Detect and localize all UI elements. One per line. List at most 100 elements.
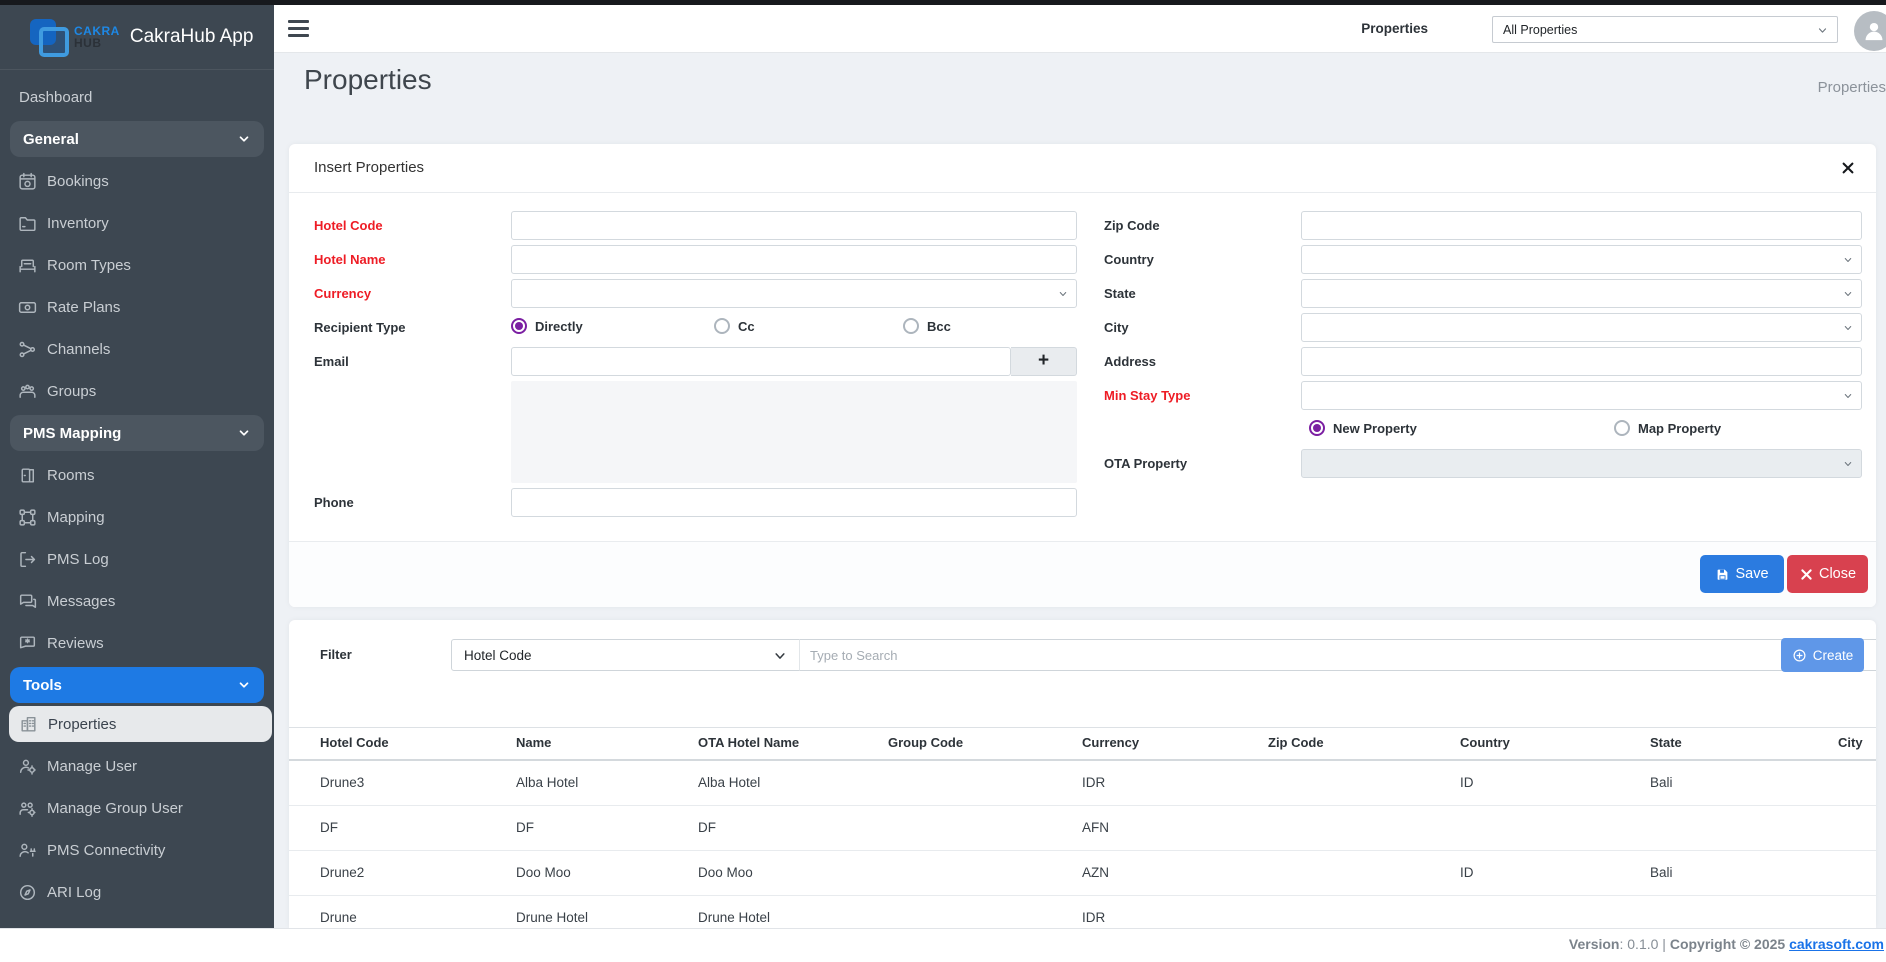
sidebar-item-reviews[interactable]: Reviews [0, 622, 274, 664]
sidebar-item-rooms[interactable]: Rooms [0, 454, 274, 496]
sidebar-item-messages[interactable]: Messages [0, 580, 274, 622]
radio-map-property[interactable]: Map Property [1614, 420, 1721, 436]
hotel-name-input[interactable] [511, 245, 1077, 274]
cell-hotel-code: Drune [320, 910, 357, 925]
country-select[interactable] [1301, 245, 1862, 274]
person-icon [1861, 18, 1886, 44]
breadcrumb[interactable]: Properties [1818, 79, 1886, 96]
chevron-down-icon [237, 426, 251, 440]
hotel-code-input[interactable] [511, 211, 1077, 240]
create-button[interactable]: Create [1781, 638, 1864, 672]
cell-currency: IDR [1082, 775, 1105, 790]
column-header-state[interactable]: State [1650, 735, 1682, 750]
chevron-down-icon [237, 678, 251, 692]
property-filter-select[interactable]: All Properties [1492, 16, 1838, 43]
sidebar-item-label: Reviews [47, 635, 104, 652]
add-email-button[interactable]: + [1011, 347, 1077, 376]
sidebar-item-dashboard[interactable]: Dashboard [0, 76, 274, 118]
cakrasoft-link[interactable]: cakrasoft.com [1789, 936, 1884, 952]
search-input[interactable] [799, 639, 1876, 671]
cell-hotel-code: DF [320, 820, 338, 835]
hamburger-menu-icon[interactable] [288, 20, 309, 37]
close-button[interactable]: Close [1787, 555, 1868, 593]
sidebar-item-label: Groups [47, 383, 96, 400]
column-header-currency[interactable]: Currency [1082, 735, 1139, 750]
sidebar-section-label: General [23, 131, 79, 148]
sidebar-item-label: Inventory [47, 215, 109, 232]
column-header-group-code[interactable]: Group Code [888, 735, 963, 750]
currency-select[interactable] [511, 279, 1077, 308]
sidebar-item-ari-log[interactable]: ARI Log [0, 871, 274, 913]
sidebar-item-manage-group-user[interactable]: Manage Group User [0, 787, 274, 829]
zip-code-input[interactable] [1301, 211, 1862, 240]
radio-label: Cc [738, 319, 755, 334]
radio-circle-icon [714, 318, 730, 334]
cell-ota-hotel-name: Drune Hotel [698, 910, 770, 925]
field-control [1301, 381, 1862, 410]
phone-input[interactable] [511, 488, 1077, 517]
field-control: Directly Cc Bcc [511, 313, 1077, 342]
radio-circle-icon [903, 318, 919, 334]
save-button[interactable]: Save [1700, 555, 1784, 593]
form-row-radios: New Property Map Property [1079, 415, 1876, 444]
table-row[interactable]: Drune2Doo MooDoo MooAZNIDBali [289, 851, 1876, 896]
sidebar-item-label: Room Types [47, 257, 131, 274]
sidebar-item-room-types[interactable]: Room Types [0, 244, 274, 286]
table-row[interactable]: Drune3Alba HotelAlba HotelIDRIDBali [289, 761, 1876, 806]
cell-currency: AZN [1082, 865, 1109, 880]
sidebar-section-tools[interactable]: Tools [10, 667, 264, 703]
min-stay-type-select[interactable] [1301, 381, 1862, 410]
email-list-box[interactable] [511, 381, 1077, 483]
column-header-city[interactable]: City [1838, 735, 1863, 750]
cell-hotel-code: Drune2 [320, 865, 364, 880]
sidebar-section-general[interactable]: General [10, 121, 264, 157]
sidebar-item-channels[interactable]: Channels [0, 328, 274, 370]
cell-ota-hotel-name: Alba Hotel [698, 775, 760, 790]
column-header-name[interactable]: Name [516, 735, 551, 750]
radio-new-property[interactable]: New Property [1309, 420, 1417, 436]
radio-directly[interactable]: Directly [511, 318, 583, 334]
sidebar-item-bookings[interactable]: Bookings [0, 160, 274, 202]
sidebar-item-mapping[interactable]: Mapping [0, 496, 274, 538]
sidebar-item-label: ARI Log [47, 884, 101, 901]
review-icon [17, 633, 38, 654]
folder-icon [17, 213, 38, 234]
city-select[interactable] [1301, 313, 1862, 342]
sidebar-item-groups[interactable]: Groups [0, 370, 274, 412]
chevron-down-icon [1058, 289, 1068, 299]
radio-cc[interactable]: Cc [714, 318, 755, 334]
form-row-currency: Currency [289, 279, 1079, 308]
sidebar-section-pms-mapping[interactable]: PMS Mapping [10, 415, 264, 451]
sidebar-item-pms-log[interactable]: PMS Log [0, 538, 274, 580]
state-select[interactable] [1301, 279, 1862, 308]
ota-property-select[interactable] [1301, 449, 1862, 478]
sidebar-item-pms-connectivity[interactable]: PMS Connectivity [0, 829, 274, 871]
sidebar-item-label: Messages [47, 593, 115, 610]
chevron-down-icon [1843, 323, 1853, 333]
field-label-recipient-type: Recipient Type [314, 313, 406, 342]
chevron-down-icon [1843, 391, 1853, 401]
user-avatar[interactable] [1854, 11, 1886, 51]
form-row-city: City [1079, 313, 1876, 342]
form-row-address: Address [1079, 347, 1876, 376]
column-header-country[interactable]: Country [1460, 735, 1510, 750]
table-row[interactable]: DruneDrune HotelDrune HotelIDR [289, 896, 1876, 928]
close-icon[interactable] [1840, 160, 1856, 176]
column-header-hotel-code[interactable]: Hotel Code [320, 735, 389, 750]
email-input[interactable] [511, 347, 1011, 376]
column-header-ota-hotel-name[interactable]: OTA Hotel Name [698, 735, 799, 750]
app-title: CakraHub App [130, 26, 254, 48]
sidebar-item-properties[interactable]: Properties [9, 706, 272, 742]
column-header-zip-code[interactable]: Zip Code [1268, 735, 1324, 750]
address-input[interactable] [1301, 347, 1862, 376]
table-row[interactable]: DFDFDFAFN [289, 806, 1876, 851]
sidebar-item-inventory[interactable]: Inventory [0, 202, 274, 244]
logo-row[interactable]: CAKRA HUB CakraHub App [0, 5, 274, 70]
sidebar-item-manage-user[interactable]: Manage User [0, 745, 274, 787]
sidebar-item-log-email[interactable]: Log Email [0, 913, 274, 928]
sidebar-item-rate-plans[interactable]: Rate Plans [0, 286, 274, 328]
radio-bcc[interactable]: Bcc [903, 318, 951, 334]
field-control [1301, 245, 1862, 274]
filter-column-select[interactable]: Hotel Code [451, 639, 800, 671]
cell-ota-hotel-name: Doo Moo [698, 865, 753, 880]
